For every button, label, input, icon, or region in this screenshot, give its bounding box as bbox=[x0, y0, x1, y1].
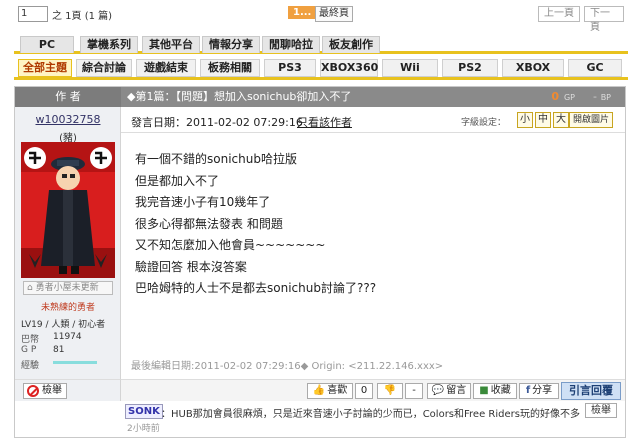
post-line: 驗證回答 根本沒答案 bbox=[135, 259, 247, 274]
comment-text: ：HUB那加會員很麻煩，只是近來音速小子討論的少而已，Colors和Free R… bbox=[161, 409, 580, 420]
like-button[interactable]: 👍 喜歡 bbox=[307, 383, 353, 399]
like-count: 0 bbox=[355, 383, 373, 399]
exp-bar bbox=[53, 361, 97, 364]
tab-general[interactable]: 綜合討論 bbox=[76, 59, 132, 77]
tab-board-affairs[interactable]: 板務相關 bbox=[200, 59, 260, 77]
forum-post: 作 者 ◆第1篇：【問題】想加入sonichub卻加入不了 0 GP - BP … bbox=[14, 86, 626, 438]
platform-tabs: PC 掌機系列 其他平台 情報分享 閒聊哈拉 板友創作 bbox=[14, 34, 628, 54]
page-count-label: 之 1頁 (1 篇) bbox=[52, 11, 113, 22]
post-line: 我完音速小子有10幾年了 bbox=[135, 195, 271, 209]
stat-label-exp: 經驗 bbox=[21, 361, 40, 371]
tab-chat[interactable]: 閒聊哈拉 bbox=[262, 36, 320, 53]
only-author-link[interactable]: 只看該作者 bbox=[297, 114, 352, 130]
comment-time: 2小時前 bbox=[127, 424, 160, 434]
stat-label-gp: G P bbox=[21, 345, 37, 355]
author-footer: 檢舉 bbox=[15, 379, 121, 401]
comment-item: SONK ：HUB那加會員很麻煩，只是近來音速小子討論的少而已，Colors和F… bbox=[121, 401, 625, 437]
thumbs-down-icon: 👎 bbox=[383, 385, 397, 396]
report-button[interactable]: 檢舉 bbox=[23, 383, 67, 399]
post-line: 有一個不錯的sonichub哈拉版 bbox=[135, 152, 297, 166]
quote-reply-button[interactable]: 引言回覆 bbox=[561, 382, 621, 400]
post-line: 很多心得都無法發表 和問題 bbox=[135, 216, 283, 231]
dislike-count: - bbox=[405, 383, 423, 399]
facebook-icon: f bbox=[525, 385, 531, 396]
author-id-link[interactable]: w10032758 bbox=[15, 113, 121, 126]
font-size-label: 字級設定： bbox=[461, 118, 507, 128]
author-panel: w10032758 (豬) ⌂ 勇者小屋未更新 未熟練的勇者 LV19 / 人類… bbox=[15, 107, 121, 379]
comment-user-link[interactable]: SONK bbox=[125, 404, 163, 419]
tab-xbox[interactable]: XBOX bbox=[502, 59, 564, 77]
house-icon: ⌂ bbox=[27, 283, 33, 293]
stat-label-coins: 巴幣 bbox=[21, 335, 40, 345]
post-content: 發言日期：2011-02-02 07:29:16 只看該作者 字級設定： 小 中… bbox=[121, 107, 625, 379]
tab-all-topics[interactable]: 全部主題 bbox=[18, 59, 72, 77]
tab-ps2[interactable]: PS2 bbox=[442, 59, 498, 77]
gp-count[interactable]: 0 bbox=[551, 87, 559, 107]
author-level: LV19 / 人類 / 初心者 bbox=[21, 320, 106, 330]
tab-ps3[interactable]: PS3 bbox=[264, 59, 316, 77]
prev-page-button[interactable]: 上一頁 bbox=[538, 6, 580, 22]
thumbs-up-icon: 👍 bbox=[312, 385, 326, 396]
tab-xbox360[interactable]: XBOX360 bbox=[320, 59, 378, 77]
action-bar: 👍 喜歡 0 👎 - 💬 留言 ■ 收藏 f 分享 引言回覆 bbox=[121, 379, 625, 401]
next-page-button[interactable]: 下一頁 bbox=[584, 6, 624, 33]
post-line: 但是都加入不了 bbox=[135, 173, 220, 188]
pagination-bar: 1 之 1頁 (1 篇) 1... 最終頁 上一頁 下一頁 bbox=[14, 6, 624, 33]
bp-count[interactable]: - bbox=[593, 87, 597, 107]
avatar[interactable] bbox=[21, 142, 115, 278]
post-line: 巴哈姆特的人士不是都去sonichub討論了??? bbox=[135, 281, 377, 295]
post-meta-bar: 發言日期：2011-02-02 07:29:16 只看該作者 字級設定： 小 中… bbox=[121, 107, 625, 133]
collect-button[interactable]: ■ 收藏 bbox=[473, 383, 517, 399]
edit-info: 最後編輯日期:2011-02-02 07:29:16◆ Origin: <211… bbox=[131, 361, 444, 372]
tab-fan-creation[interactable]: 板友創作 bbox=[322, 36, 380, 53]
font-large-button[interactable]: 大 bbox=[553, 112, 569, 128]
comment-report-button[interactable]: 檢舉 bbox=[585, 403, 617, 418]
category-tabs: 全部主題 綜合討論 遊戲結束 板務相關 PS3 XBOX360 Wii PS2 … bbox=[14, 58, 628, 80]
forbidden-icon bbox=[27, 385, 39, 397]
tab-other-platform[interactable]: 其他平台 bbox=[142, 36, 200, 53]
house-update-button[interactable]: ⌂ 勇者小屋未更新 bbox=[23, 281, 113, 295]
speech-bubble-icon: 💬 bbox=[431, 385, 445, 396]
bookmark-icon: ■ bbox=[479, 385, 489, 396]
gp-label: GP bbox=[563, 93, 575, 102]
tab-handheld[interactable]: 掌機系列 bbox=[80, 36, 138, 53]
last-page-button[interactable]: 最終頁 bbox=[315, 6, 353, 22]
current-page-button[interactable]: 1... bbox=[288, 6, 317, 19]
reply-button[interactable]: 💬 留言 bbox=[427, 383, 471, 399]
stat-value-coins: 11974 bbox=[53, 332, 82, 342]
share-button[interactable]: f 分享 bbox=[519, 383, 559, 399]
tab-info-share[interactable]: 情報分享 bbox=[202, 36, 260, 53]
bp-label: BP bbox=[600, 93, 611, 102]
open-images-button[interactable]: 開啟圖片 bbox=[569, 112, 614, 128]
tab-game-over[interactable]: 遊戲結束 bbox=[136, 59, 196, 77]
post-line: 又不知怎麼加入他會員~~~~~~~ bbox=[135, 238, 326, 252]
font-medium-button[interactable]: 中 bbox=[535, 112, 551, 128]
font-small-button[interactable]: 小 bbox=[517, 112, 533, 128]
author-header: 作 者 bbox=[15, 87, 121, 107]
tab-wii[interactable]: Wii bbox=[382, 59, 438, 77]
post-title: ◆第1篇：【問題】想加入sonichub卻加入不了 bbox=[127, 90, 352, 103]
tab-gc[interactable]: GC bbox=[568, 59, 622, 77]
author-title: 未熟練的勇者 bbox=[40, 303, 95, 313]
dislike-button[interactable]: 👎 bbox=[377, 383, 403, 399]
tab-pc[interactable]: PC bbox=[20, 36, 74, 53]
post-body: 有一個不錯的sonichub哈拉版 但是都加入不了 我完音速小子有10幾年了 很… bbox=[135, 149, 615, 300]
post-title-bar: ◆第1篇：【問題】想加入sonichub卻加入不了 0 GP - BP bbox=[121, 87, 625, 107]
post-date: 發言日期：2011-02-02 07:29:16 bbox=[131, 116, 303, 129]
stat-value-gp: 81 bbox=[53, 345, 65, 355]
page-select[interactable]: 1 bbox=[18, 6, 48, 22]
